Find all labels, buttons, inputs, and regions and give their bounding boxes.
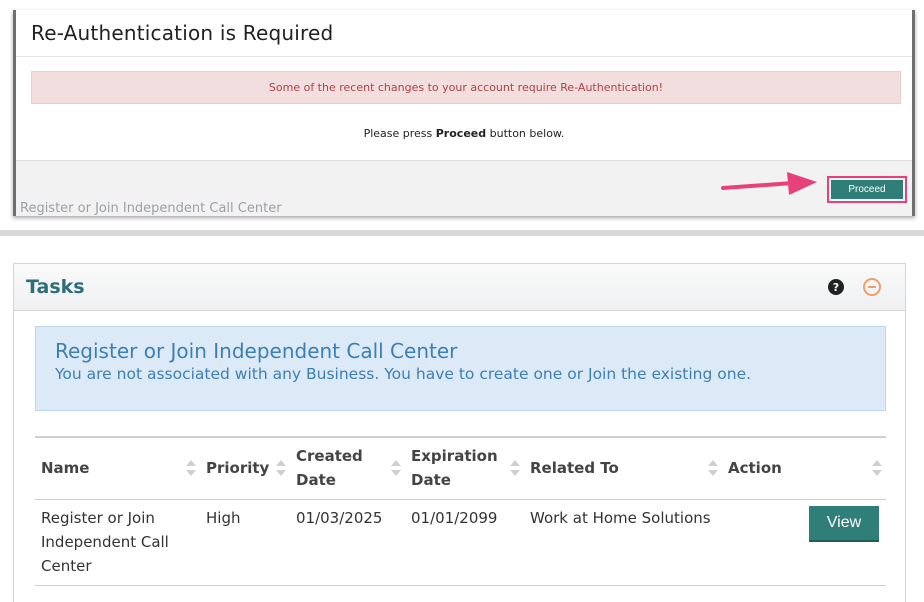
column-header-related-to[interactable]: Related To (524, 437, 722, 499)
info-alert: Register or Join Independent Call Center… (35, 326, 886, 411)
view-button[interactable]: View (809, 505, 879, 542)
column-header-action[interactable]: Action (722, 437, 886, 499)
column-header-expiration-date[interactable]: Expiration Date (405, 437, 524, 499)
tasks-panel-header: Tasks ? (14, 264, 905, 311)
task-name: Register or Join Independent Call Center (41, 508, 169, 575)
page-separator (0, 230, 924, 236)
info-text: You are not associated with any Business… (55, 365, 752, 383)
table-header-row: Name Priority Created Date Expiration Da… (35, 437, 886, 499)
reauth-modal: Re-Authentication is Required Some of th… (13, 10, 915, 216)
proceed-highlight: Proceed (827, 176, 907, 203)
sort-icon[interactable] (872, 460, 882, 477)
task-priority: High (206, 508, 241, 527)
column-header-name[interactable]: Name (35, 437, 200, 499)
help-icon[interactable]: ? (828, 279, 844, 295)
task-created-date: 01/03/2025 (296, 508, 383, 527)
tasks-title: Tasks (26, 276, 85, 298)
behind-modal-text: Register or Join Independent Call Center (20, 201, 282, 215)
sort-icon[interactable] (391, 460, 401, 477)
table-row: Register or Join Independent Call Center… (35, 499, 886, 585)
task-related-to: Work at Home Solutions (530, 508, 711, 527)
sort-icon[interactable] (186, 460, 196, 477)
info-title: Register or Join Independent Call Center (55, 339, 458, 363)
column-header-priority[interactable]: Priority (200, 437, 290, 499)
proceed-button[interactable]: Proceed (831, 180, 903, 199)
tasks-table: Name Priority Created Date Expiration Da… (35, 436, 886, 586)
modal-header: Re-Authentication is Required (16, 10, 912, 57)
modal-title: Re-Authentication is Required (31, 21, 334, 45)
sort-icon[interactable] (510, 460, 520, 477)
task-expiration-date: 01/01/2099 (411, 508, 498, 527)
modal-message: Please press Proceed button below. (363, 127, 565, 140)
arrow-icon (721, 172, 817, 195)
column-header-created-date[interactable]: Created Date (290, 437, 405, 499)
task-action-cell: View (722, 499, 886, 585)
sort-icon[interactable] (276, 460, 286, 477)
collapse-icon[interactable] (863, 278, 881, 296)
sort-icon[interactable] (708, 460, 718, 477)
tasks-panel: Tasks ? Register or Join Independent Cal… (13, 263, 906, 602)
reauth-alert: Some of the recent changes to your accou… (31, 71, 901, 104)
modal-body: Some of the recent changes to your accou… (16, 57, 912, 160)
